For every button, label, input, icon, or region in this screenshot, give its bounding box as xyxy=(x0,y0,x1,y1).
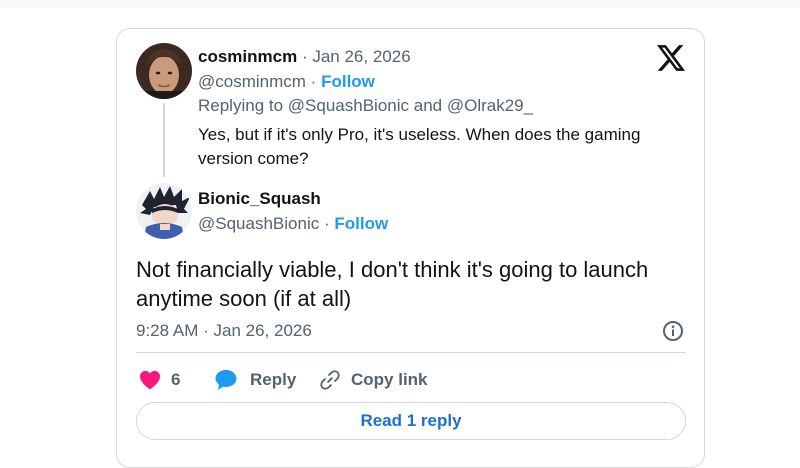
link-icon xyxy=(320,370,340,390)
page-top-strip xyxy=(0,0,800,8)
mention-link[interactable]: @Olrak29_ xyxy=(447,96,533,115)
main-handle-row: @SquashBionic · Follow xyxy=(198,213,388,235)
read-replies-button[interactable]: Read 1 reply xyxy=(136,402,686,440)
tweet-time: 9:28 AM xyxy=(136,321,199,340)
author-display-name[interactable]: cosminmcm xyxy=(198,47,297,66)
tweet-date: Jan 26, 2026 xyxy=(213,321,312,340)
separator-dot: · xyxy=(203,321,209,340)
author-handle[interactable]: @SquashBionic xyxy=(198,214,319,233)
tweet-embed-card[interactable]: cosminmcm · Jan 26, 2026 @cosminmcm · Fo… xyxy=(116,28,705,468)
main-tweet-text: Not financially viable, I don't think it… xyxy=(136,257,649,311)
thread-connector-line xyxy=(163,103,165,177)
main-tweet-header: Bionic_Squash xyxy=(198,188,321,210)
tweet-date[interactable]: Jan 26, 2026 xyxy=(312,47,410,66)
copy-link-button[interactable]: Copy link xyxy=(319,367,428,393)
parent-handle-row: @cosminmcm · Follow xyxy=(198,71,375,93)
reply-button[interactable]: Reply xyxy=(214,367,296,393)
avatar-cosminmcm[interactable] xyxy=(136,43,192,99)
author-handle[interactable]: @cosminmcm xyxy=(198,72,306,91)
info-icon[interactable] xyxy=(662,320,684,342)
avatar-bionic-squash[interactable] xyxy=(136,183,192,239)
read-replies-label: Read 1 reply xyxy=(360,411,462,430)
tweet-timestamp[interactable]: 9:28 AM · Jan 26, 2026 xyxy=(136,320,312,342)
like-button[interactable]: 6 xyxy=(139,367,180,393)
replying-and-label: and xyxy=(413,96,443,115)
replying-to-label: Replying to xyxy=(198,96,284,115)
separator-dot: · xyxy=(301,47,308,66)
reply-label: Reply xyxy=(250,370,297,389)
author-display-name[interactable]: Bionic_Squash xyxy=(198,189,321,208)
replying-to: Replying to @SquashBionic and @Olrak29_ xyxy=(198,95,533,117)
tweet-actions: 6 Reply Copy link xyxy=(136,367,656,393)
x-logo-icon[interactable] xyxy=(657,45,685,71)
divider xyxy=(136,352,686,353)
follow-button[interactable]: Follow xyxy=(334,214,388,233)
avatar-photo-image xyxy=(136,43,192,99)
heart-icon xyxy=(140,370,160,390)
separator-dot: · xyxy=(310,72,317,91)
parent-tweet-text: Yes, but if it's only Pro, it's useless.… xyxy=(198,125,641,168)
like-count: 6 xyxy=(171,370,181,389)
copy-link-label: Copy link xyxy=(351,370,428,389)
separator-dot: · xyxy=(323,214,330,233)
follow-button[interactable]: Follow xyxy=(321,72,375,91)
mention-link[interactable]: @SquashBionic xyxy=(288,96,409,115)
parent-tweet-header: cosminmcm · Jan 26, 2026 xyxy=(198,46,411,68)
speech-bubble-icon xyxy=(215,370,237,390)
avatar-anime-image xyxy=(136,183,192,239)
